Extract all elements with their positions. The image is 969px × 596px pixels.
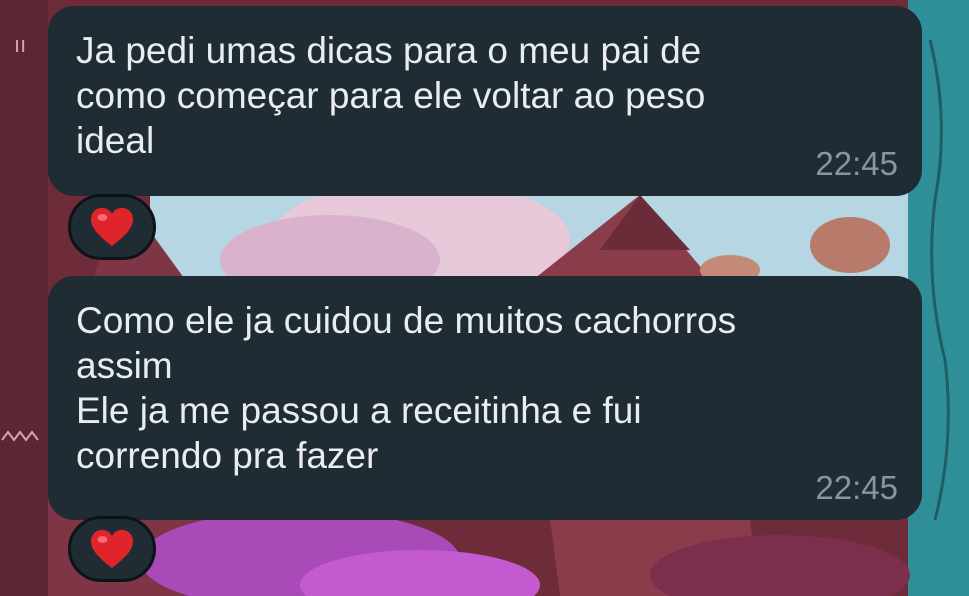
- message-timestamp: 22:45: [815, 145, 898, 182]
- message-text: Como ele ja cuidou de muitos cachorros a…: [76, 300, 737, 476]
- message-timestamp: 22:45: [815, 469, 898, 506]
- message-bubble[interactable]: Ja pedi umas dicas para o meu pai de com…: [48, 6, 922, 196]
- reaction-badge[interactable]: [68, 516, 156, 582]
- message-bubble[interactable]: Como ele ja cuidou de muitos cachorros a…: [48, 276, 922, 520]
- svg-text:ıı: ıı: [14, 32, 26, 57]
- red-heart-icon: [91, 529, 133, 569]
- reaction-badge[interactable]: [68, 194, 156, 260]
- message-text: Ja pedi umas dicas para o meu pai de com…: [76, 30, 706, 161]
- red-heart-icon: [91, 207, 133, 247]
